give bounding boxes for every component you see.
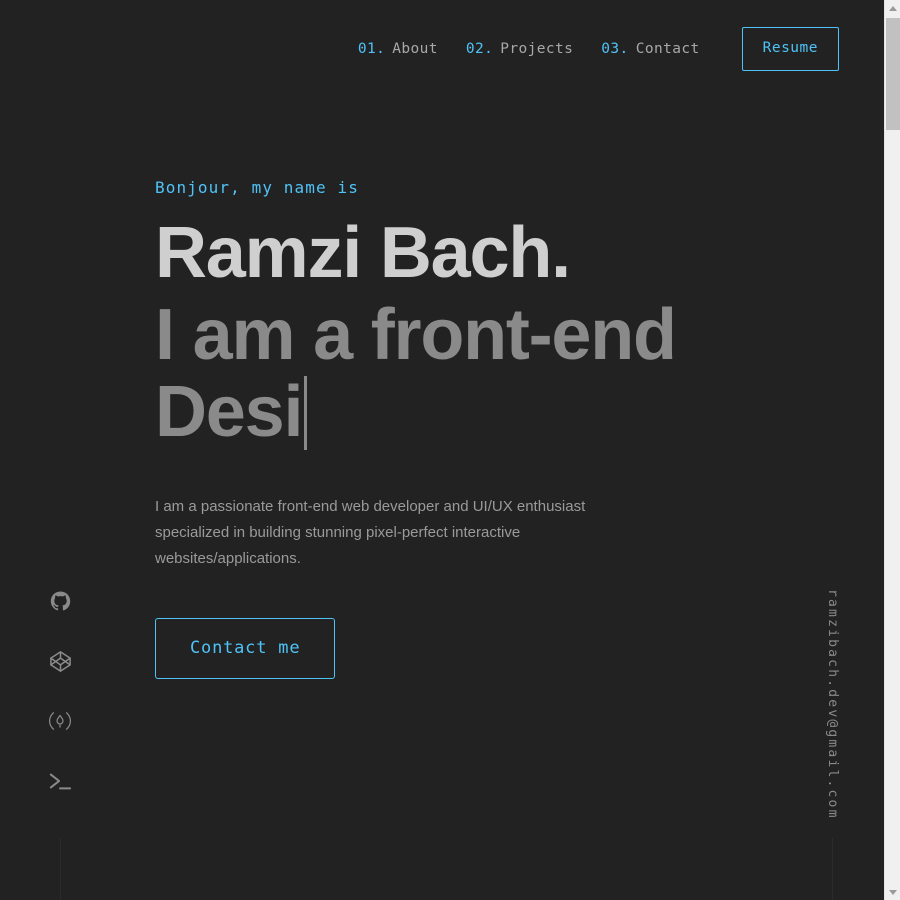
scroll-down-arrow-icon[interactable] <box>885 884 900 900</box>
nav-list: 01. About 02. Projects 03. Contact Resume <box>344 27 839 71</box>
contact-me-button[interactable]: Contact me <box>155 618 336 680</box>
codepen-icon[interactable] <box>47 648 73 674</box>
nav-number-contact: 03. <box>601 41 629 57</box>
frontend-mentor-icon[interactable] <box>47 708 73 734</box>
hero-greeting: Bonjour, my name is <box>155 178 359 197</box>
nav-item-contact[interactable]: 03. Contact <box>587 31 713 67</box>
scroll-up-arrow-icon[interactable] <box>885 0 900 16</box>
nav-label-projects: Projects <box>500 41 574 57</box>
page-root: 01. About 02. Projects 03. Contact Resume B… <box>0 0 884 900</box>
scrollbar-thumb[interactable] <box>886 18 900 130</box>
vertical-scrollbar[interactable] <box>884 0 900 900</box>
hero-description: I am a passionate front-end web develope… <box>155 497 586 567</box>
main-navigation: 01. About 02. Projects 03. Contact Resume <box>344 27 839 71</box>
hero-tagline-heading: I am a front-end Desi <box>155 297 715 450</box>
email-link[interactable]: ramzibach.dev@gmail.com <box>825 589 840 820</box>
resume-button[interactable]: Resume <box>741 27 839 71</box>
hero-name-heading: Ramzi Bach. <box>155 213 571 293</box>
nav-label-about: About <box>392 41 438 57</box>
hero-tagline-text: I am a front-end Desi <box>155 295 677 452</box>
nav-item-resume: Resume <box>714 27 839 71</box>
nav-item-about[interactable]: 01. About <box>344 31 452 67</box>
nav-number-about: 01. <box>357 41 386 57</box>
nav-label-contact: Contact <box>635 41 700 57</box>
email-rail: ramzibach.dev@gmail.com <box>825 589 840 900</box>
hero-section: Bonjour, my name is Ramzi Bach. I am a f… <box>155 178 795 680</box>
github-icon[interactable] <box>47 588 73 614</box>
nav-number-projects: 02. <box>465 41 494 57</box>
nav-item-projects[interactable]: 02. Projects <box>452 31 587 67</box>
social-rail <box>40 588 80 900</box>
site-header: 01. About 02. Projects 03. Contact Resume <box>0 0 884 98</box>
terminal-icon[interactable] <box>47 768 73 794</box>
typing-cursor <box>304 375 308 450</box>
